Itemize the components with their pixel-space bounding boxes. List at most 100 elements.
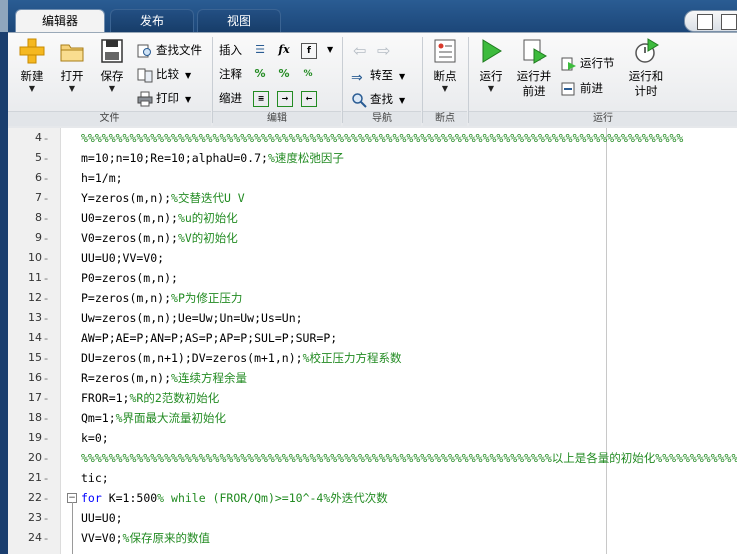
line-marker[interactable]: -	[44, 448, 54, 468]
code-line[interactable]: 4-%%%%%%%%%%%%%%%%%%%%%%%%%%%%%%%%%%%%%%…	[8, 128, 737, 148]
code-line[interactable]: 9- V0=zeros(m,n);%V的初始化	[8, 228, 737, 248]
line-marker[interactable]: -	[44, 228, 54, 248]
uncomment-icon[interactable]: %	[277, 67, 291, 81]
code-line[interactable]: 15- DU=zeros(m,n+1);DV=zeros(m+1,n);%校正压力…	[8, 348, 737, 368]
line-marker[interactable]: -	[44, 368, 54, 388]
comment-percent-icon[interactable]: %	[253, 67, 267, 81]
increase-indent-icon[interactable]: →	[277, 91, 293, 107]
code-line[interactable]: 10- UU=U0;VV=V0;	[8, 248, 737, 268]
new-button[interactable]: 新建 ▼	[14, 37, 50, 94]
run-advance-label-1: 运行并	[516, 69, 552, 83]
navigate-group-label: 导航	[343, 111, 421, 126]
code-line[interactable]: 19- k=0;	[8, 428, 737, 448]
code-line[interactable]: 17- FROR=1;%R的2范数初始化	[8, 388, 737, 408]
chevron-down-icon: ▼	[185, 71, 192, 80]
code-token: k=0;	[81, 431, 109, 445]
code-line[interactable]: 24- VV=V0;%保存原来的数值	[8, 528, 737, 548]
line-marker[interactable]: -	[44, 348, 54, 368]
line-marker[interactable]: -	[44, 128, 54, 148]
code-text: k=0;	[81, 428, 109, 448]
comment-button[interactable]: 注释	[219, 64, 242, 84]
line-number: 7	[35, 191, 42, 204]
code-editor[interactable]: 4-%%%%%%%%%%%%%%%%%%%%%%%%%%%%%%%%%%%%%%…	[8, 128, 737, 554]
indent-button[interactable]: 缩进	[219, 88, 242, 108]
line-marker[interactable]: -	[44, 488, 54, 508]
print-button[interactable]: 打印 ▼	[137, 88, 191, 108]
code-line[interactable]: 14- AW=P;AE=P;AN=P;AS=P;AP=P;SUL=P;SUR=P;	[8, 328, 737, 348]
fx-icon[interactable]: fx	[277, 43, 291, 57]
line-marker[interactable]: -	[44, 168, 54, 188]
line-number: 8	[35, 211, 42, 224]
smart-indent-icon[interactable]: ≡	[253, 91, 269, 107]
code-token: UU=U0;	[81, 511, 123, 525]
fold-guide-line	[72, 502, 73, 554]
code-line[interactable]: 22- − for K=1:500% while (FROR/Qm)>=10^-4%…	[8, 488, 737, 508]
line-marker[interactable]: -	[44, 428, 54, 448]
chevron-down-icon[interactable]: ▼	[327, 45, 333, 54]
code-text: tic;	[81, 468, 109, 488]
run-and-advance-button[interactable]: 运行并 前进	[513, 37, 555, 99]
line-marker[interactable]: -	[44, 408, 54, 428]
line-marker[interactable]: -	[44, 508, 54, 528]
code-line[interactable]: 23- UU=U0;	[8, 508, 737, 528]
save-quick-icon[interactable]	[721, 14, 737, 30]
code-line[interactable]: 5- m=10;n=10;Re=10;alphaU=0.7;%速度松弛因子	[8, 148, 737, 168]
wrap-comments-icon[interactable]: %	[301, 67, 315, 81]
code-line[interactable]: 13- Uw=zeros(m,n);Ue=Uw;Un=Uw;Us=Un;	[8, 308, 737, 328]
print-label: 打印	[156, 91, 179, 105]
code-line[interactable]: 7- Y=zeros(m,n);%交替迭代U V	[8, 188, 737, 208]
code-line[interactable]: 21- tic;	[8, 468, 737, 488]
line-marker[interactable]: -	[44, 468, 54, 488]
find-button[interactable]: 查找 ▼	[351, 89, 405, 109]
advance-button[interactable]: 前进	[561, 78, 603, 98]
code-line[interactable]: 6- h=1/m;	[8, 168, 737, 188]
code-line[interactable]: 16- R=zeros(m,n);%连续方程余量	[8, 368, 737, 388]
ribbon-tab-strip: 编辑器 发布 视图	[0, 0, 737, 32]
line-marker[interactable]: -	[44, 208, 54, 228]
tab-editor[interactable]: 编辑器	[15, 9, 105, 32]
code-line[interactable]: 11- P0=zeros(m,n);	[8, 268, 737, 288]
line-marker[interactable]: -	[44, 148, 54, 168]
code-comment: %u的初始化	[177, 211, 238, 225]
line-marker[interactable]: -	[44, 268, 54, 288]
advance-label: 前进	[580, 81, 603, 95]
function-template-icon[interactable]: f	[301, 43, 317, 59]
goto-button[interactable]: ⇒ 转至 ▼	[351, 65, 405, 86]
line-marker[interactable]: -	[44, 308, 54, 328]
back-arrow-icon[interactable]: ⇦	[353, 41, 366, 60]
code-line[interactable]: 8- U0=zeros(m,n);%u的初始化	[8, 208, 737, 228]
insert-button[interactable]: 插入	[219, 40, 242, 60]
save-button[interactable]: 保存 ▼	[94, 37, 130, 94]
chevron-down-icon: ▼	[28, 84, 36, 93]
run-button[interactable]: 运行 ▼	[473, 37, 509, 94]
code-line[interactable]: 12- P=zeros(m,n);%P为修正压力	[8, 288, 737, 308]
line-marker[interactable]: -	[44, 248, 54, 268]
code-text: UU=U0;VV=V0;	[81, 248, 164, 268]
tab-publish[interactable]: 发布	[110, 9, 194, 32]
open-button[interactable]: 打开 ▼	[54, 37, 90, 94]
line-marker[interactable]: -	[44, 528, 54, 548]
run-and-time-button[interactable]: 运行和 计时	[625, 37, 667, 99]
insert-section-icon[interactable]: ☰	[253, 43, 267, 57]
compare-button[interactable]: 比较 ▼	[137, 64, 191, 84]
layout-icon[interactable]	[697, 14, 713, 30]
code-token: V0=zeros(m,n);	[81, 231, 178, 245]
find-files-button[interactable]: 查找文件	[137, 40, 202, 60]
line-marker[interactable]: -	[44, 188, 54, 208]
decrease-indent-icon[interactable]: ←	[301, 91, 317, 107]
code-token: UU=U0;VV=V0;	[81, 251, 165, 265]
code-text: Qm=1;%界面最大流量初始化	[81, 408, 226, 428]
code-line[interactable]: 20-%%%%%%%%%%%%%%%%%%%%%%%%%%%%%%%%%%%%%…	[8, 448, 737, 468]
code-comment: % while (FROR/Qm)>=10^-4%外迭代次数	[157, 491, 388, 505]
tab-view[interactable]: 视图	[197, 9, 281, 32]
run-section-button[interactable]: 运行节	[561, 53, 615, 73]
code-line[interactable]: 18- Qm=1;%界面最大流量初始化	[8, 408, 737, 428]
line-marker[interactable]: -	[44, 328, 54, 348]
line-marker[interactable]: -	[44, 288, 54, 308]
forward-arrow-icon[interactable]: ⇨	[377, 41, 390, 60]
line-number: 15	[28, 351, 42, 364]
file-group: 新建 ▼ 打开 ▼ 保存 ▼ 查找文件 比较 ▼ 打印 ▼ 文件	[8, 35, 211, 126]
breakpoints-button[interactable]: 断点 ▼	[427, 37, 463, 94]
code-comment: %V的初始化	[177, 231, 238, 245]
line-marker[interactable]: -	[44, 388, 54, 408]
